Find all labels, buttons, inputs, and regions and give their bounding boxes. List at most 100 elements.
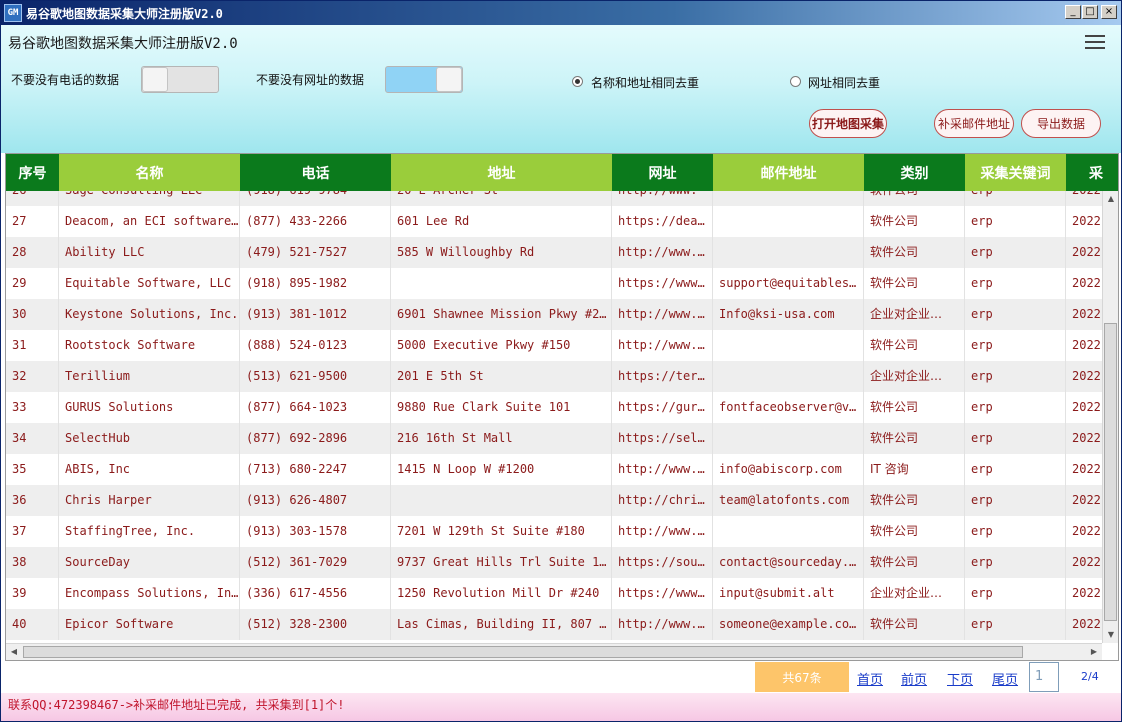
cell-email[interactable]: someone@example.co… [713, 609, 864, 640]
cell-name[interactable]: GURUS Solutions [59, 392, 240, 423]
cell-phone[interactable]: (918) 895-1982 [240, 268, 391, 299]
cell-email[interactable] [713, 330, 864, 361]
cell-phone[interactable]: (913) 626-4807 [240, 485, 391, 516]
cell-date[interactable]: 2022- [1066, 609, 1102, 640]
cell-index[interactable]: 27 [6, 206, 59, 237]
cell-date[interactable]: 2022- [1066, 516, 1102, 547]
header-col-date[interactable]: 采 [1066, 154, 1118, 191]
first-page-link[interactable]: 首页 [857, 669, 883, 688]
header-col-category[interactable]: 类别 [864, 154, 965, 191]
cell-name[interactable]: SelectHub [59, 423, 240, 454]
cell-keyword[interactable]: erp [965, 454, 1066, 485]
cell-keyword[interactable]: erp [965, 268, 1066, 299]
header-col-keyword[interactable]: 采集关键词 [965, 154, 1066, 191]
cell-keyword[interactable]: erp [965, 423, 1066, 454]
cell-email[interactable] [713, 191, 864, 206]
cell-address[interactable]: Las Cimas, Building II, 807 L… [391, 609, 612, 640]
maximize-button[interactable]: □ [1082, 5, 1098, 19]
dedupe-name-address-radio[interactable] [572, 76, 583, 87]
export-data-button[interactable]: 导出数据 [1021, 109, 1101, 138]
table-row[interactable]: 28 Ability LLC (479) 521-7527 585 W Willoug… [6, 237, 1102, 268]
cell-category[interactable]: 软件公司 [864, 547, 965, 578]
table-row[interactable]: 39 Encompass Solutions, Inc. (336) 617-455… [6, 578, 1102, 609]
table-row[interactable]: 27 Deacom, an ECI software… (877) 433-2266… [6, 206, 1102, 237]
cell-website[interactable]: http://www.… [612, 516, 713, 547]
cell-phone[interactable]: (888) 524-0123 [240, 330, 391, 361]
cell-date[interactable]: 2022- [1066, 330, 1102, 361]
cell-website[interactable]: http://www.… [612, 237, 713, 268]
cell-phone[interactable]: (512) 328-2300 [240, 609, 391, 640]
cell-name[interactable]: Epicor Software [59, 609, 240, 640]
cell-email[interactable]: info@abiscorp.com [713, 454, 864, 485]
cell-keyword[interactable]: erp [965, 609, 1066, 640]
cell-website[interactable]: http://chri… [612, 485, 713, 516]
table-row[interactable]: 32 Terillium (513) 621-9500 201 E 5th St htt… [6, 361, 1102, 392]
cell-phone[interactable]: (877) 433-2266 [240, 206, 391, 237]
no-website-filter-toggle[interactable] [385, 66, 463, 93]
cell-name[interactable]: Terillium [59, 361, 240, 392]
cell-website[interactable]: http://www.… [612, 454, 713, 485]
cell-index[interactable]: 37 [6, 516, 59, 547]
cell-email[interactable]: input@submit.alt [713, 578, 864, 609]
cell-category[interactable]: 软件公司 [864, 237, 965, 268]
cell-website[interactable]: https://www… [612, 578, 713, 609]
scroll-right-icon[interactable]: ▶ [1086, 644, 1102, 660]
cell-phone[interactable]: (877) 692-2896 [240, 423, 391, 454]
cell-index[interactable]: 29 [6, 268, 59, 299]
close-button[interactable]: × [1101, 5, 1117, 19]
cell-date[interactable]: 2022- [1066, 392, 1102, 423]
header-col-phone[interactable]: 电话 [240, 154, 391, 191]
cell-phone[interactable]: (913) 303-1578 [240, 516, 391, 547]
cell-category[interactable]: 软件公司 [864, 191, 965, 206]
cell-category[interactable]: 软件公司 [864, 423, 965, 454]
cell-email[interactable] [713, 361, 864, 392]
header-col-address[interactable]: 地址 [391, 154, 612, 191]
cell-date[interactable]: 2022- [1066, 485, 1102, 516]
cell-index[interactable]: 38 [6, 547, 59, 578]
cell-email[interactable] [713, 206, 864, 237]
cell-phone[interactable]: (479) 521-7527 [240, 237, 391, 268]
scroll-up-icon[interactable]: ▲ [1103, 191, 1118, 207]
cell-name[interactable]: SourceDay [59, 547, 240, 578]
prev-page-link[interactable]: 前页 [901, 669, 927, 688]
table-row[interactable]: 29 Equitable Software, LLC (918) 895-1982 h… [6, 268, 1102, 299]
cell-name[interactable]: Encompass Solutions, Inc. [59, 578, 240, 609]
cell-index[interactable]: 39 [6, 578, 59, 609]
cell-keyword[interactable]: erp [965, 578, 1066, 609]
cell-website[interactable]: https://gur… [612, 392, 713, 423]
title-bar[interactable]: GM 易谷歌地图数据采集大师注册版V2.0 _ □ × [1, 1, 1121, 25]
cell-index[interactable]: 30 [6, 299, 59, 330]
cell-keyword[interactable]: erp [965, 206, 1066, 237]
cell-website[interactable]: http://www.… [612, 609, 713, 640]
table-row[interactable]: 34 SelectHub (877) 692-2896 216 16th St Mal… [6, 423, 1102, 454]
cell-address[interactable]: 216 16th St Mall [391, 423, 612, 454]
cell-index[interactable]: 28 [6, 237, 59, 268]
scroll-left-icon[interactable]: ◀ [6, 644, 22, 660]
cell-address[interactable]: 601 Lee Rd [391, 206, 612, 237]
cell-website[interactable]: http://www.… [612, 299, 713, 330]
cell-index[interactable]: 26 [6, 191, 59, 206]
cell-date[interactable]: 2022- [1066, 361, 1102, 392]
cell-address[interactable]: 1250 Revolution Mill Dr #240 [391, 578, 612, 609]
cell-date[interactable]: 2022- [1066, 268, 1102, 299]
cell-website[interactable]: https://sel… [612, 423, 713, 454]
cell-address[interactable]: 7201 W 129th St Suite #180 [391, 516, 612, 547]
cell-address[interactable] [391, 485, 612, 516]
fill-email-button[interactable]: 补采邮件地址 [934, 109, 1014, 138]
last-page-link[interactable]: 尾页 [992, 669, 1018, 688]
cell-keyword[interactable]: erp [965, 237, 1066, 268]
no-phone-filter-toggle[interactable] [141, 66, 219, 93]
cell-name[interactable]: Deacom, an ECI software… [59, 206, 240, 237]
cell-category[interactable]: 企业对企业… [864, 361, 965, 392]
cell-category[interactable]: 软件公司 [864, 268, 965, 299]
hamburger-menu-icon[interactable] [1085, 35, 1105, 49]
cell-keyword[interactable]: erp [965, 516, 1066, 547]
cell-index[interactable]: 40 [6, 609, 59, 640]
cell-keyword[interactable]: erp [965, 547, 1066, 578]
cell-website[interactable]: https://www… [612, 268, 713, 299]
header-col-website[interactable]: 网址 [612, 154, 713, 191]
table-row[interactable]: 30 Keystone Solutions, Inc. (913) 381-1012… [6, 299, 1102, 330]
header-col-name[interactable]: 名称 [59, 154, 240, 191]
vertical-scrollbar[interactable]: ▲ ▼ [1102, 191, 1118, 643]
cell-website[interactable]: http://www. [612, 191, 713, 206]
